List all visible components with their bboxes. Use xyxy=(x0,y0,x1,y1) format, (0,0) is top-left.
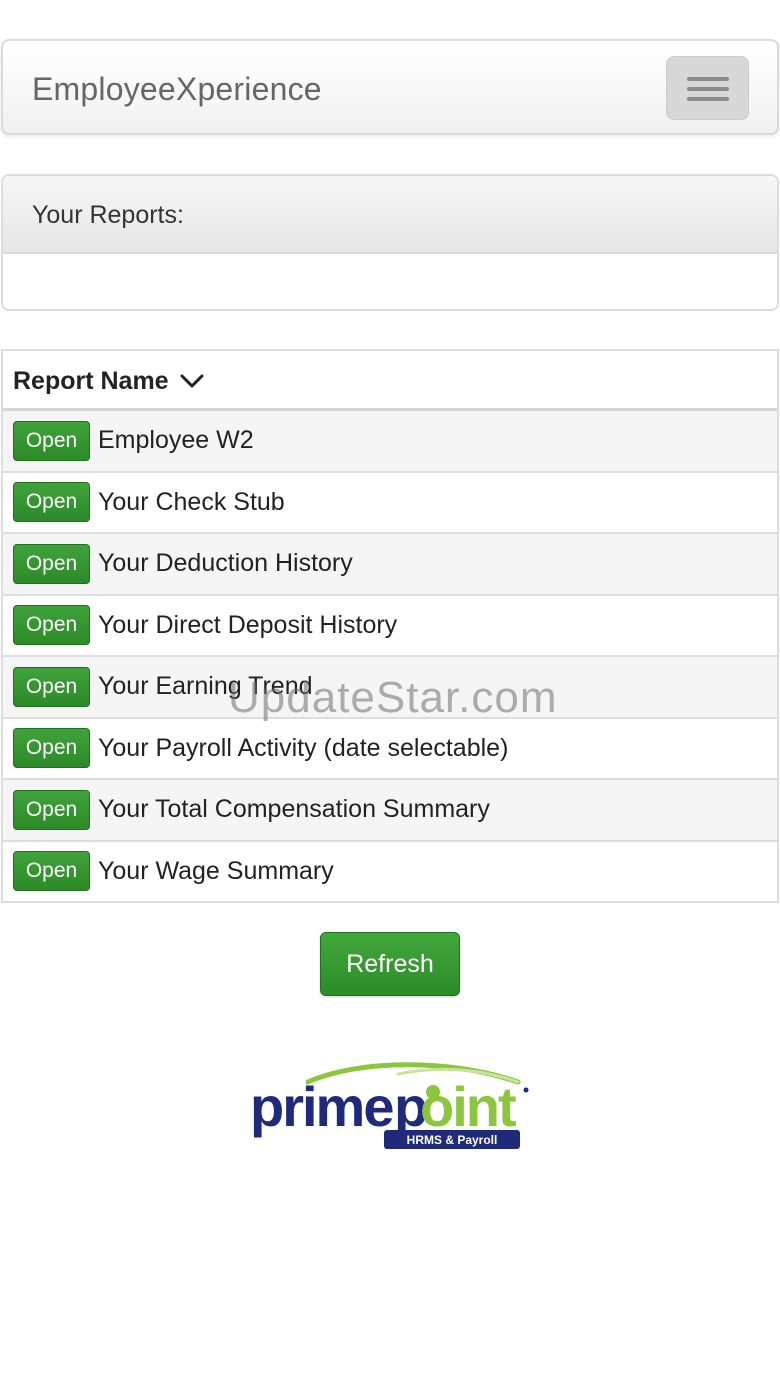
open-report-button[interactable]: Open xyxy=(13,789,90,830)
table-row: Open Employee W2 xyxy=(3,411,777,473)
report-name: Your Check Stub xyxy=(98,487,285,516)
table-row: Open Your Earning Trend xyxy=(3,657,777,719)
svg-text:prime: prime xyxy=(250,1075,393,1138)
open-report-button[interactable]: Open xyxy=(13,728,90,769)
hamburger-bar xyxy=(687,87,729,91)
logo-subtext: HRMS & Payroll xyxy=(407,1133,498,1147)
column-header-report-name[interactable]: Report Name xyxy=(3,351,777,411)
report-name: Employee W2 xyxy=(98,426,254,455)
report-name: Your Deduction History xyxy=(98,549,353,578)
primepoint-logo: prime p oint HRMS & Payroll xyxy=(248,1060,538,1156)
open-report-button[interactable]: Open xyxy=(13,605,90,646)
svg-text:oint: oint xyxy=(420,1075,516,1138)
open-report-button[interactable]: Open xyxy=(13,543,90,584)
open-report-button[interactable]: Open xyxy=(13,851,90,892)
app-brand[interactable]: EmployeeXperience xyxy=(32,71,322,108)
table-row: Open Your Payroll Activity (date selectab… xyxy=(3,718,777,780)
open-report-button[interactable]: Open xyxy=(13,420,90,461)
reports-panel: Your Reports: xyxy=(1,174,779,311)
report-name: Your Direct Deposit History xyxy=(98,610,398,639)
table-row: Open Your Direct Deposit History xyxy=(3,595,777,657)
reports-table: Report Name Open Employee W2 Open Your Chec… xyxy=(1,349,779,903)
report-name: Your Earning Trend xyxy=(98,672,313,701)
table-row: Open Your Total Compensation Summary xyxy=(3,780,777,842)
table-row: Open Your Check Stub xyxy=(3,472,777,534)
open-report-button[interactable]: Open xyxy=(13,482,90,523)
report-name: Your Wage Summary xyxy=(98,856,334,885)
chevron-down-icon xyxy=(180,374,204,388)
table-row: Open Your Deduction History xyxy=(3,534,777,596)
report-name: Your Payroll Activity (date selectable) xyxy=(98,733,509,762)
hamburger-menu-icon xyxy=(687,77,729,81)
table-row: Open Your Wage Summary xyxy=(3,841,777,903)
refresh-button[interactable]: Refresh xyxy=(320,932,460,996)
reports-panel-title: Your Reports: xyxy=(3,176,777,254)
hamburger-bar xyxy=(687,97,729,101)
open-report-button[interactable]: Open xyxy=(13,666,90,707)
menu-toggle-button[interactable] xyxy=(666,56,749,120)
top-navbar: EmployeeXperience xyxy=(1,39,779,135)
report-name: Your Total Compensation Summary xyxy=(98,795,490,824)
column-header-label: Report Name xyxy=(13,367,169,395)
